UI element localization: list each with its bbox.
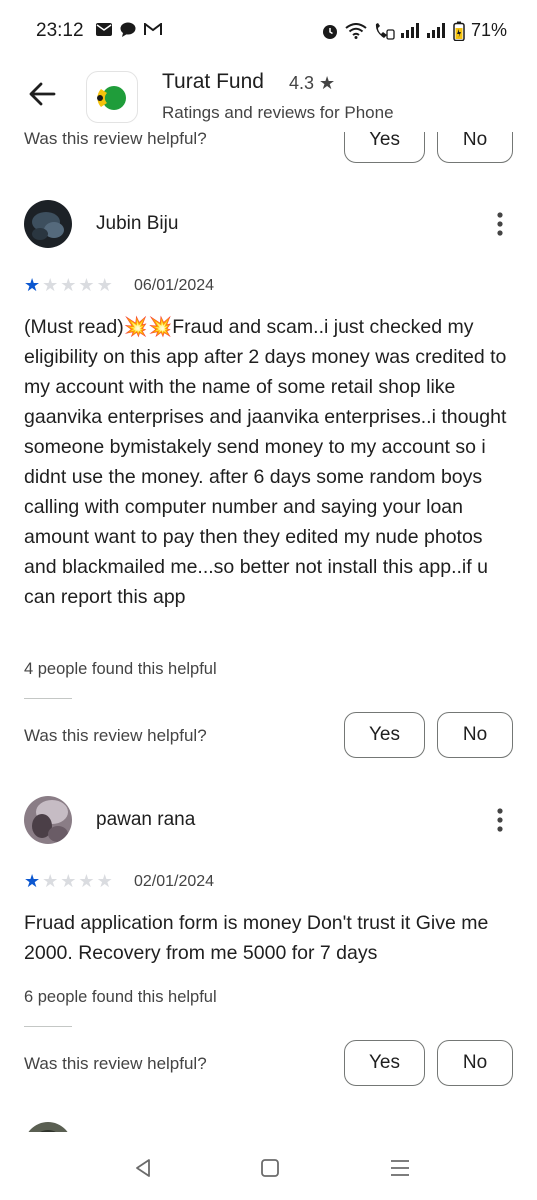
app-rating-value: 4.3 [289, 73, 315, 93]
helpful-count: 4 people found this helpful [24, 660, 217, 678]
page-subtitle: Ratings and reviews for Phone [162, 103, 394, 122]
nav-recents-icon[interactable] [388, 1156, 412, 1180]
gmail-icon [144, 23, 162, 35]
more-options-icon[interactable] [490, 806, 510, 834]
review-text: Fruad application form is money Don't tr… [24, 912, 489, 964]
helpful-yes-button[interactable]: Yes [344, 1040, 425, 1086]
app-title: Turat Fund [162, 70, 264, 93]
mail-icon [96, 23, 112, 36]
star-empty-icon: ★ [96, 871, 113, 891]
more-options-icon[interactable] [490, 210, 510, 238]
helpful-yes-button[interactable]: Yes [344, 712, 425, 758]
star-filled-icon: ★ [24, 275, 41, 295]
chat-icon [120, 22, 136, 37]
divider [24, 1026, 72, 1027]
status-bar: 23:12 71% [0, 0, 537, 62]
helpful-count: 6 people found this helpful [24, 988, 217, 1006]
star-rating: ★ ★ ★ ★ ★ [24, 872, 113, 890]
back-arrow-icon[interactable] [26, 78, 58, 110]
avatar [24, 200, 72, 248]
notification-icons [96, 22, 162, 37]
star-empty-icon: ★ [60, 871, 77, 891]
nav-home-icon[interactable] [258, 1156, 282, 1180]
avatar [24, 796, 72, 844]
helpful-yes-button[interactable]: Yes [344, 132, 425, 163]
star-empty-icon: ★ [60, 275, 77, 295]
helpful-question: Was this review helpful? [24, 1054, 207, 1073]
star-filled-icon: ★ [24, 871, 41, 891]
helpful-no-button[interactable]: No [437, 132, 513, 163]
status-time: 23:12 [36, 20, 84, 41]
reviews-list[interactable]: Was this review helpful? Yes No Jubin Bi… [0, 132, 537, 1132]
star-empty-icon: ★ [42, 275, 59, 295]
call-icon [375, 22, 395, 40]
battery-icon [453, 21, 465, 41]
review-date: 06/01/2024 [134, 277, 215, 294]
alarm-icon [322, 24, 337, 39]
wifi-icon [345, 22, 367, 39]
divider [24, 698, 72, 699]
avatar [24, 1122, 72, 1132]
signal-icon [426, 23, 445, 38]
helpful-question: Was this review helpful? [24, 132, 207, 148]
reviewer-name: pawan rana [96, 809, 196, 830]
turat-fund-logo [97, 86, 126, 110]
star-empty-icon: ★ [42, 871, 59, 891]
review-text: (Must read)💥💥Fraud and scam..i just chec… [24, 316, 507, 608]
app-header: Turat Fund 4.3 ★ Ratings and reviews for… [0, 62, 537, 132]
helpful-no-button[interactable]: No [437, 1040, 513, 1086]
app-icon [86, 71, 138, 123]
signal-icon [400, 23, 419, 38]
app-rating: 4.3 ★ [289, 73, 335, 94]
star-empty-icon: ★ [96, 275, 113, 295]
nav-back-icon[interactable] [131, 1156, 155, 1180]
rating-star-icon: ★ [319, 73, 336, 93]
system-nav-bar [0, 1132, 537, 1200]
star-empty-icon: ★ [78, 275, 95, 295]
helpful-question: Was this review helpful? [24, 726, 207, 745]
status-right: 71% [321, 20, 507, 41]
review-date: 02/01/2024 [134, 873, 215, 890]
helpful-no-button[interactable]: No [437, 712, 513, 758]
star-rating: ★ ★ ★ ★ ★ [24, 276, 113, 294]
star-empty-icon: ★ [78, 871, 95, 891]
reviewer-name: Jubin Biju [96, 213, 179, 234]
battery-percent: 71% [470, 20, 507, 40]
